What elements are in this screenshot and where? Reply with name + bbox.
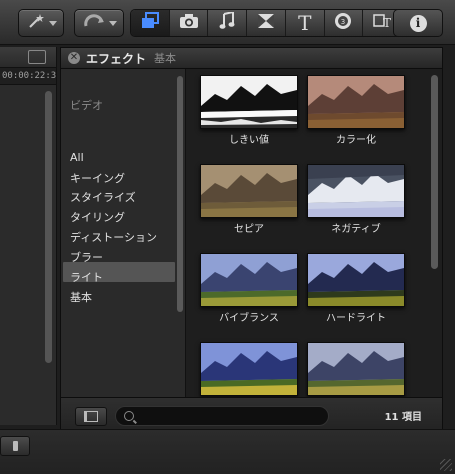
toolbar: T 3 T i xyxy=(0,0,455,45)
effects-header: ✕ エフェクト 基本 xyxy=(61,48,442,69)
inspector-button[interactable]: i xyxy=(393,9,443,37)
effect-thumbnail xyxy=(200,342,298,396)
effect-thumbnail xyxy=(200,164,298,218)
photos-icon xyxy=(140,11,160,35)
retime-button[interactable] xyxy=(74,9,124,37)
effect-tile-colorize[interactable]: カラー化 xyxy=(307,75,405,146)
generators-browser-tab[interactable]: 3 xyxy=(325,10,364,36)
effect-label: セピア xyxy=(234,224,264,235)
category-heading: ビデオ xyxy=(70,99,103,112)
timecode-display: 00:00:22:3 xyxy=(0,68,56,85)
effect-thumbnail xyxy=(307,164,405,218)
generators-icon: 3 xyxy=(334,12,352,35)
clip-icon xyxy=(12,441,18,451)
themes-icon: T xyxy=(373,12,391,35)
effect-tile-8[interactable] xyxy=(307,342,405,397)
effect-label: カラー化 xyxy=(336,135,376,146)
effects-browser-tab[interactable] xyxy=(131,10,170,36)
effect-tile-negative[interactable]: ネガティブ xyxy=(307,164,405,235)
breadcrumb: 基本 xyxy=(154,52,177,65)
camera-icon xyxy=(179,13,199,34)
effect-tile-hardlight[interactable]: ハードライト xyxy=(307,253,405,324)
effect-label: ネガティブ xyxy=(331,224,381,235)
category-item-light[interactable]: ライト xyxy=(70,269,103,285)
close-icon[interactable]: ✕ xyxy=(68,52,80,64)
category-item-all[interactable]: All xyxy=(70,151,84,164)
photo-browser-tab[interactable] xyxy=(170,10,209,36)
magic-wand-icon xyxy=(27,13,45,33)
viewer-header xyxy=(0,47,56,68)
effect-tile-7[interactable] xyxy=(200,342,298,397)
category-item-distortion[interactable]: ディストーション xyxy=(70,229,157,245)
retime-icon xyxy=(83,13,105,33)
category-item-keying[interactable]: キーイング xyxy=(70,170,125,186)
category-item-tiling[interactable]: タイリング xyxy=(70,209,125,225)
transitions-icon xyxy=(257,13,275,34)
viewer-scrollbar[interactable] xyxy=(45,91,52,363)
effect-label: しきい値 xyxy=(229,135,269,146)
effect-tile-threshold[interactable]: しきい値 xyxy=(200,75,298,146)
effect-label: バイブランス xyxy=(219,313,279,324)
transitions-browser-tab[interactable] xyxy=(247,10,286,36)
effect-thumbnail xyxy=(307,342,405,396)
item-count: 11 項目 xyxy=(384,412,422,423)
titles-browser-tab[interactable]: T xyxy=(286,10,325,36)
settings-icon[interactable] xyxy=(28,50,46,64)
effect-tile-sepia[interactable]: セピア xyxy=(200,164,298,235)
svg-text:3: 3 xyxy=(341,18,345,26)
sidebar-toggle-button[interactable] xyxy=(75,407,107,426)
category-scrollbar[interactable] xyxy=(177,76,183,312)
sidebar-icon xyxy=(84,411,98,422)
category-item-basic[interactable]: 基本 xyxy=(70,289,92,305)
titles-icon: T xyxy=(298,11,312,35)
music-icon xyxy=(219,10,235,35)
clip-appearance-button[interactable] xyxy=(0,436,30,456)
search-icon xyxy=(124,411,134,421)
resize-grip-icon[interactable] xyxy=(440,459,452,471)
search-input[interactable] xyxy=(140,408,324,424)
info-icon: i xyxy=(409,14,427,32)
effects-browser: ✕ エフェクト 基本 ビデオ All キーイング スタイライズ タイリング ディ… xyxy=(60,47,443,431)
category-item-blur[interactable]: ブラー xyxy=(70,249,103,265)
effects-footer: 11 項目 xyxy=(61,397,442,431)
effect-thumbnail xyxy=(200,253,298,307)
effects-grid: しきい値 カラー化 セピア ネガティブ バイブランス ハードライト xyxy=(186,69,442,397)
category-list: ビデオ All キーイング スタイライズ タイリング ディストーション ブラー … xyxy=(61,69,186,397)
effect-thumbnail xyxy=(307,75,405,129)
effects-grid-scrollbar[interactable] xyxy=(431,75,438,269)
bottom-bar xyxy=(0,429,455,474)
svg-text:T: T xyxy=(383,16,391,30)
enhance-button[interactable] xyxy=(18,9,64,37)
viewer-panel: 00:00:22:3 xyxy=(0,47,57,425)
effect-tile-vibrance[interactable]: バイブランス xyxy=(200,253,298,324)
effect-label: ハードライト xyxy=(326,313,386,324)
category-item-stylize[interactable]: スタイライズ xyxy=(70,189,136,205)
effects-title: エフェクト xyxy=(86,51,147,66)
effect-thumbnail xyxy=(307,253,405,307)
effect-thumbnail xyxy=(200,75,298,129)
browser-segmented-control: T 3 T xyxy=(130,9,402,37)
music-browser-tab[interactable] xyxy=(208,10,248,36)
search-field[interactable] xyxy=(115,406,329,426)
